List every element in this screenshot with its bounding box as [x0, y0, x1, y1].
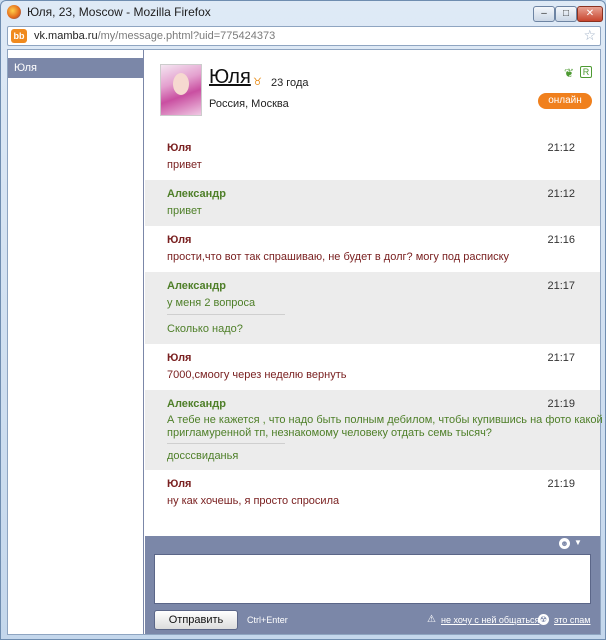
conversation: Юля ♉ 23 года Россия, Москва ❦ R онлайн …	[145, 50, 606, 634]
message-time: 21:12	[547, 142, 575, 154]
message-author[interactable]: Александр	[167, 188, 226, 200]
message-item: Юля 21:19 ну как хочешь, я просто спроси…	[145, 470, 600, 516]
close-button[interactable]: ✕	[577, 6, 603, 22]
page-content: Юля Юля ♉ 23 года Россия, Москва ❦ R онл…	[7, 49, 606, 635]
message-time: 21:12	[547, 188, 575, 200]
window-title: Юля, 23, Moscow - Mozilla Firefox	[27, 5, 211, 19]
profile-name[interactable]: Юля	[209, 66, 251, 89]
message-text: ну как хочешь, я просто спросила	[167, 495, 340, 507]
message-text: пригламуренной тп, незнакомому человеку …	[167, 427, 492, 439]
sidebar-item-yulya[interactable]: Юля	[8, 58, 144, 78]
spam-icon: ☢	[538, 614, 549, 625]
message-author[interactable]: Александр	[167, 398, 226, 410]
status-badge: онлайн	[538, 93, 592, 109]
message-time: 21:16	[547, 234, 575, 246]
message-time: 21:17	[547, 280, 575, 292]
r-badge: R	[580, 66, 592, 78]
message-text: А тебе не кажется , что надо быть полным…	[167, 414, 606, 426]
message-composer: ☻ ▼ Отправить Ctrl+Enter ⚠ не хочу с ней…	[145, 536, 600, 634]
profile-location: Россия, Москва	[209, 98, 289, 110]
message-item: Александр 21:17 у меня 2 вопроса Сколько…	[145, 272, 600, 344]
message-item: Юля 21:17 7000,смоогу через неделю верну…	[145, 344, 600, 390]
spam-link[interactable]: это спам	[554, 615, 591, 625]
message-text: досссвиданья	[167, 450, 239, 462]
bear-icon: ♉	[253, 77, 262, 88]
message-author[interactable]: Александр	[167, 280, 226, 292]
message-text: привет	[167, 205, 202, 217]
title-bar[interactable]: Юля, 23, Moscow - Mozilla Firefox – □ ✕	[1, 1, 605, 23]
message-text: у меня 2 вопроса	[167, 297, 256, 309]
message-time: 21:19	[547, 478, 575, 490]
smile-icon[interactable]: ☻	[559, 538, 570, 549]
message-author[interactable]: Юля	[167, 234, 191, 246]
url-text[interactable]: vk.mamba.ru/my/message.phtml?uid=7754243…	[34, 30, 275, 42]
site-icon: bb	[11, 29, 27, 43]
message-author[interactable]: Юля	[167, 142, 191, 154]
message-divider	[167, 314, 285, 315]
firefox-icon	[7, 5, 21, 19]
star-icon[interactable]: ☆	[583, 27, 596, 44]
avatar-face	[173, 73, 189, 95]
ignore-link[interactable]: не хочу с ней общаться	[441, 615, 539, 625]
profile-age: 23 года	[271, 77, 309, 89]
send-button[interactable]: Отправить	[154, 610, 238, 630]
address-bar[interactable]: bb vk.mamba.ru/my/message.phtml?uid=7754…	[7, 26, 601, 46]
contact-sidebar: Юля	[8, 50, 144, 634]
message-author[interactable]: Юля	[167, 352, 191, 364]
message-item: Юля 21:12 привет	[145, 134, 600, 180]
profile-header: Юля ♉ 23 года Россия, Москва ❦ R онлайн	[145, 50, 600, 132]
chevron-down-icon[interactable]: ▼	[574, 538, 582, 547]
message-input[interactable]	[154, 554, 591, 604]
browser-window: Юля, 23, Moscow - Mozilla Firefox – □ ✕ …	[0, 0, 606, 640]
url-domain: vk.mamba.ru	[34, 30, 98, 42]
warning-icon: ⚠	[427, 614, 436, 625]
avatar[interactable]	[160, 64, 202, 116]
message-time: 21:19	[547, 398, 575, 410]
shortcut-hint: Ctrl+Enter	[247, 615, 288, 625]
message-text: привет	[167, 159, 202, 171]
message-item: Александр 21:19 А тебе не кажется , что …	[145, 390, 606, 470]
message-item: Александр 21:12 привет	[145, 180, 600, 226]
message-text: 7000,смоогу через неделю вернуть	[167, 369, 347, 381]
message-item: Юля 21:16 прости,что вот так спрашиваю, …	[145, 226, 600, 272]
maximize-button[interactable]: □	[555, 6, 577, 22]
message-time: 21:17	[547, 352, 575, 364]
url-path: /my/message.phtml?uid=775424373	[97, 30, 276, 42]
message-text: Сколько надо?	[167, 323, 243, 335]
minimize-button[interactable]: –	[533, 6, 555, 22]
message-text: прости,что вот так спрашиваю, не будет в…	[167, 251, 510, 263]
leaf-icon: ❦	[564, 66, 575, 80]
message-divider	[167, 443, 285, 444]
message-author[interactable]: Юля	[167, 478, 191, 490]
